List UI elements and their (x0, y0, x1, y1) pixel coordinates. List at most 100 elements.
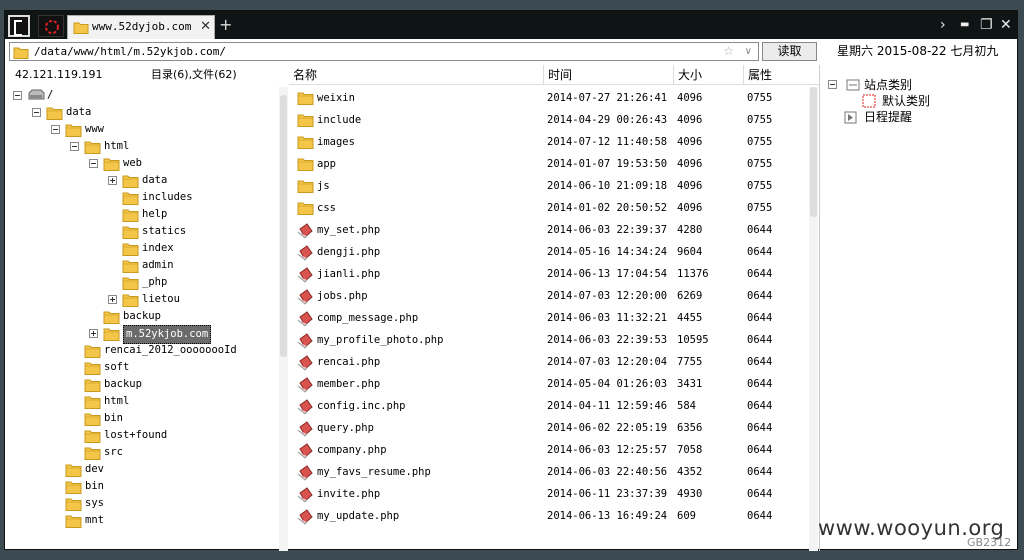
file-permissions: 0644 (747, 290, 773, 302)
file-row[interactable]: weixin 2014-07-27 21:26:41 4096 0755 (289, 87, 809, 109)
file-row[interactable]: company.php 2014-06-03 12:25:57 7058 0644 (289, 439, 809, 461)
tree-node[interactable]: bin (5, 478, 277, 495)
collapse-icon[interactable] (13, 91, 22, 100)
file-name: dengji.php (317, 246, 381, 258)
tree-node[interactable]: statics (5, 223, 277, 240)
file-scroll-thumb[interactable] (810, 87, 817, 217)
tree-scroll-thumb[interactable] (280, 95, 287, 357)
file-row[interactable]: member.php 2014-05-04 01:26:03 3431 0644 (289, 373, 809, 395)
item-count: 目录(6),文件(62) (151, 68, 237, 81)
close-tab-icon[interactable]: ✕ (200, 16, 211, 38)
file-row[interactable]: my_update.php 2014-06-13 16:49:24 609 0644 (289, 505, 809, 527)
tree-node[interactable]: index (5, 240, 277, 257)
tree-node[interactable]: backup (5, 308, 277, 325)
collapse-icon[interactable] (51, 125, 60, 134)
tree-node[interactable]: / (5, 87, 277, 104)
file-row[interactable]: dengji.php 2014-05-16 14:34:24 9604 0644 (289, 241, 809, 263)
column-permissions[interactable]: 属性 (743, 65, 809, 85)
category-root-label: 站点类别 (864, 78, 913, 92)
tree-node[interactable]: data (5, 172, 277, 189)
file-name: config.inc.php (317, 400, 406, 412)
file-list-pane: 名称 时间 大小 属性 weixin 2014-07-27 21:26:41 409… (289, 65, 819, 551)
tree-node[interactable]: help (5, 206, 277, 223)
tree-scrollbar[interactable] (279, 87, 288, 551)
file-list-header: 名称 时间 大小 属性 (289, 65, 819, 85)
path-input[interactable]: /data/www/html/m.52ykjob.com/ ☆ ∨ (9, 42, 759, 61)
file-permissions: 0644 (747, 224, 773, 236)
maximize-icon[interactable]: ❐ (980, 16, 993, 34)
file-row[interactable]: rencai.php 2014-07-03 12:20:04 7755 0644 (289, 351, 809, 373)
file-permissions: 0755 (747, 158, 773, 170)
chevron-down-icon[interactable]: ∨ (745, 43, 752, 60)
collapse-icon[interactable] (89, 159, 98, 168)
file-time: 2014-06-13 17:04:54 (547, 268, 668, 280)
file-row[interactable]: css 2014-01-02 20:50:52 4096 0755 (289, 197, 809, 219)
column-size[interactable]: 大小 (673, 65, 743, 85)
tree-node[interactable]: lost+found (5, 427, 277, 444)
close-window-icon[interactable]: ✕ (1000, 16, 1012, 34)
expand-icon[interactable] (89, 329, 98, 338)
tree-node-label: www (85, 123, 104, 135)
tree-node[interactable]: www (5, 121, 277, 138)
tree-node-label: html (104, 395, 130, 407)
tree-node[interactable]: admin (5, 257, 277, 274)
tree-node[interactable]: rencai_2012_oooooooId (5, 342, 277, 359)
favorite-star-icon[interactable]: ☆ (723, 43, 734, 60)
file-size: 7755 (677, 356, 703, 368)
file-permissions: 0644 (747, 466, 773, 478)
tab-site[interactable]: www.52dyjob.com ✕ (67, 15, 215, 39)
tree-node[interactable]: lietou (5, 291, 277, 308)
tree-node[interactable]: soft (5, 359, 277, 376)
file-name: css (317, 202, 336, 214)
tree-node[interactable]: bin (5, 410, 277, 427)
file-name: my_set.php (317, 224, 381, 236)
tree-node[interactable]: data (5, 104, 277, 121)
tree-node[interactable]: dev (5, 461, 277, 478)
app-logo-icon[interactable] (8, 15, 30, 37)
column-time[interactable]: 时间 (543, 65, 673, 85)
tree-node[interactable]: src (5, 444, 277, 461)
menu-arrow-icon[interactable]: › (940, 16, 946, 34)
file-time: 2014-06-03 22:40:56 (547, 466, 668, 478)
file-size: 4096 (677, 202, 703, 214)
file-row[interactable]: my_set.php 2014-06-03 22:39:37 4280 0644 (289, 219, 809, 241)
tree-node[interactable]: web (5, 155, 277, 172)
file-row[interactable]: app 2014-01-07 19:53:50 4096 0755 (289, 153, 809, 175)
tree-node[interactable]: sys (5, 495, 277, 512)
tree-node[interactable]: html (5, 138, 277, 155)
tree-node[interactable]: m.52ykjob.com (5, 325, 277, 344)
file-name: my_profile_photo.php (317, 334, 444, 346)
file-list-scrollbar[interactable] (809, 87, 818, 551)
tree-node[interactable]: _php (5, 274, 277, 291)
minimize-icon[interactable]: ▬ (960, 16, 969, 34)
file-row[interactable]: query.php 2014-06-02 22:05:19 6356 0644 (289, 417, 809, 439)
file-size: 4096 (677, 158, 703, 170)
file-row[interactable]: js 2014-06-10 21:09:18 4096 0755 (289, 175, 809, 197)
tree-node[interactable]: includes (5, 189, 277, 206)
expand-icon[interactable] (108, 295, 117, 304)
read-button[interactable]: 读取 (762, 42, 817, 61)
file-row[interactable]: config.inc.php 2014-04-11 12:59:46 584 0644 (289, 395, 809, 417)
collapse-icon[interactable] (70, 142, 79, 151)
expand-icon[interactable] (108, 176, 117, 185)
path-value: /data/www/html/m.52ykjob.com/ (34, 45, 227, 58)
file-row[interactable]: jobs.php 2014-07-03 12:20:00 6269 0644 (289, 285, 809, 307)
file-row[interactable]: my_favs_resume.php 2014-06-03 22:40:56 435… (289, 461, 809, 483)
new-tab-button[interactable]: + (219, 15, 232, 35)
file-row[interactable]: my_profile_photo.php 2014-06-03 22:39:53 1… (289, 329, 809, 351)
file-row[interactable]: jianli.php 2014-06-13 17:04:54 11376 0644 (289, 263, 809, 285)
collapse-icon[interactable] (32, 108, 41, 117)
column-name[interactable]: 名称 (289, 65, 539, 85)
file-name: rencai.php (317, 356, 381, 368)
tree-node[interactable]: backup (5, 376, 277, 393)
file-row[interactable]: invite.php 2014-06-11 23:37:39 4930 0644 (289, 483, 809, 505)
file-row[interactable]: comp_message.php 2014-06-03 11:32:21 4455 0… (289, 307, 809, 329)
file-row[interactable]: images 2014-07-12 11:40:58 4096 0755 (289, 131, 809, 153)
tree-node[interactable]: mnt (5, 512, 277, 529)
collapse-icon[interactable] (828, 80, 837, 89)
file-time: 2014-07-03 12:20:04 (547, 356, 668, 368)
tree-node[interactable]: html (5, 393, 277, 410)
file-row[interactable]: include 2014-04-29 00:26:43 4096 0755 (289, 109, 809, 131)
tree-node-label: / (47, 89, 54, 101)
tree-node-label: help (142, 208, 168, 220)
